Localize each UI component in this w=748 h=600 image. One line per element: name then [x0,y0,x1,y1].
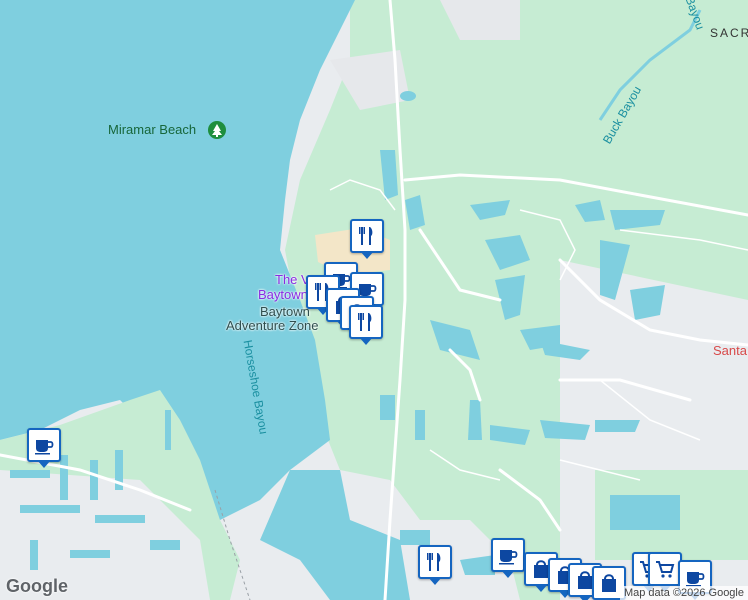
coffee-cup-icon [499,550,518,565]
shopping-cart-icon [656,561,675,578]
restaurant-marker[interactable] [349,305,383,345]
fork-knife-icon [427,553,441,571]
miramar-beach-label: Miramar Beach [108,122,197,137]
google-logo[interactable]: Google [6,576,68,597]
fork-knife-icon [359,227,373,245]
coffee-cup-icon [686,572,705,587]
grocery-marker[interactable] [648,552,682,592]
village-baytown-label: Baytown [258,287,308,302]
adventure-zone-label-line1: Baytown [260,304,310,319]
village-title-label: The V [275,272,310,287]
santa-city-label: Santa [713,343,747,358]
adventure-zone-label-line2: Adventure Zone [226,318,319,333]
restaurant-marker[interactable] [418,545,452,585]
restaurant-marker[interactable] [350,219,384,259]
cafe-marker[interactable] [27,428,61,468]
map-canvas[interactable]: Miramar Beach Buck Bayou Bayou SACR The … [0,0,748,600]
cafe-marker[interactable] [491,538,525,578]
map-attribution[interactable]: Map data ©2026 Google [619,586,748,600]
shopping-bag-icon [602,574,616,592]
coffee-cup-icon [35,440,54,455]
fork-knife-icon [358,313,372,331]
park-tree-icon[interactable] [208,121,226,139]
sacr-place-label: SACR [710,26,748,40]
